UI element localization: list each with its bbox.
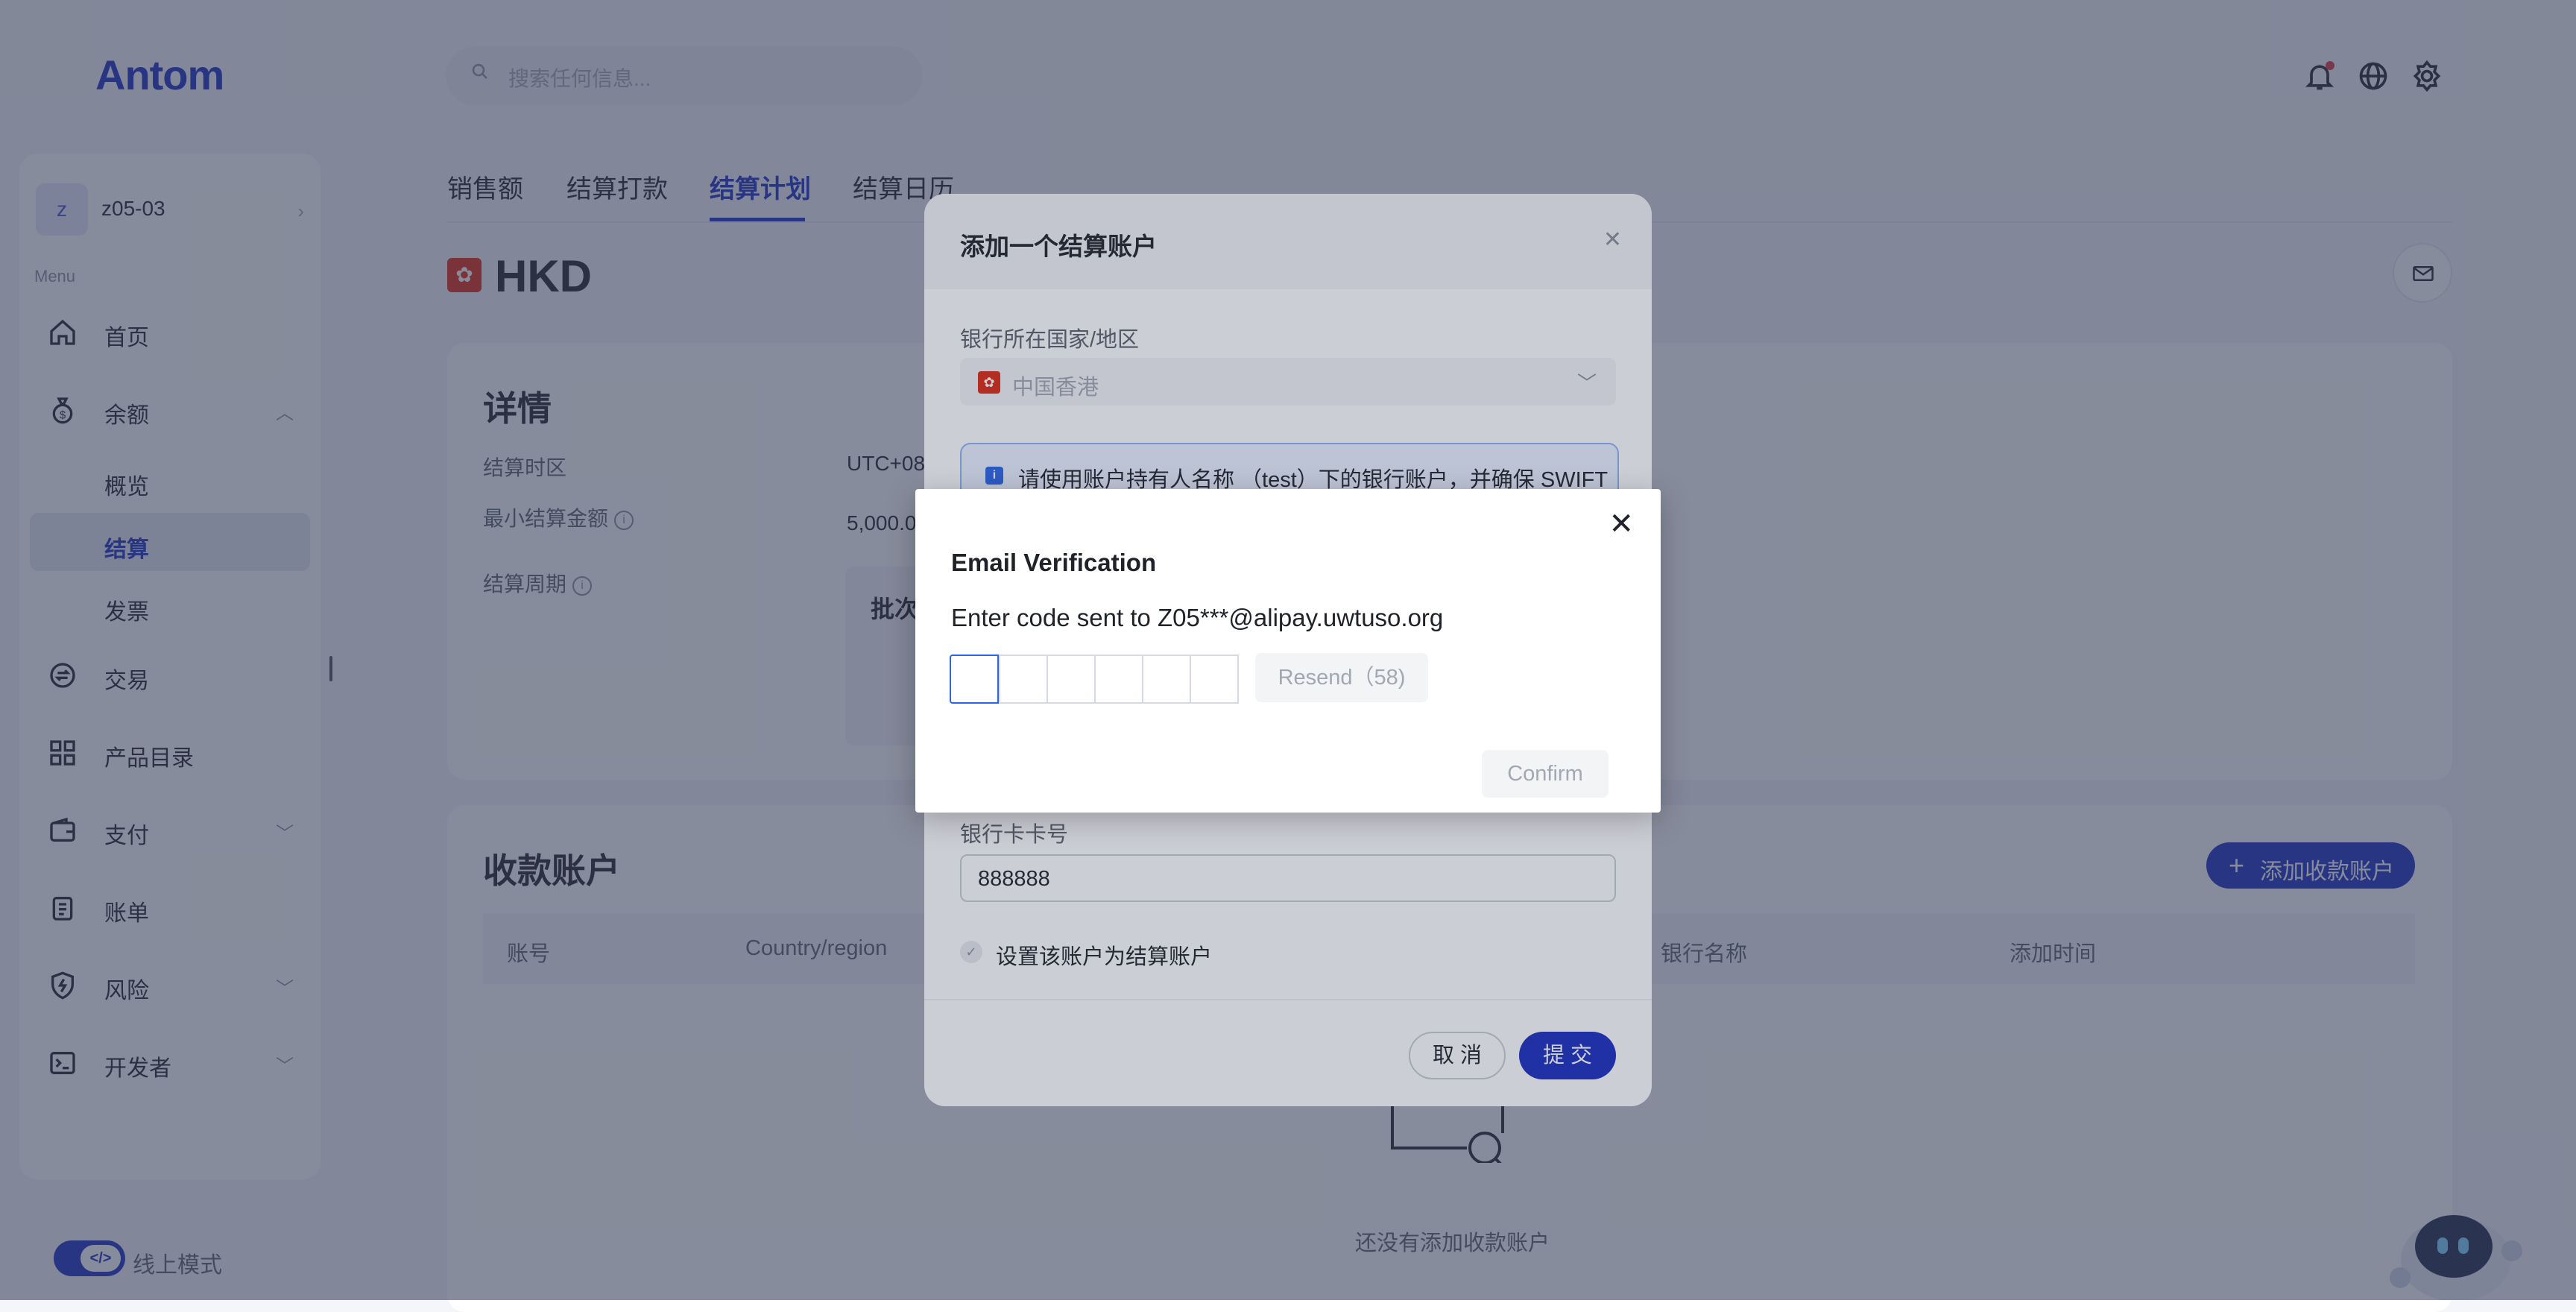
code-digit-input[interactable] — [999, 655, 1046, 704]
close-icon[interactable]: ✕ — [1609, 507, 1634, 541]
code-digit-input[interactable] — [1142, 655, 1190, 704]
code-digit-input[interactable] — [1046, 655, 1094, 704]
resend-button[interactable]: Resend（58) — [1255, 653, 1428, 702]
confirm-button[interactable]: Confirm — [1482, 750, 1609, 798]
code-input-group — [950, 655, 1239, 704]
code-digit-input[interactable] — [1190, 655, 1239, 704]
dialog-title: Email Verification — [951, 549, 1157, 576]
code-sent-text: Enter code sent to Z05***@alipay.uwtuso.… — [951, 604, 1444, 631]
code-digit-input[interactable] — [950, 655, 999, 704]
email-verification-dialog: ✕ Email Verification Enter code sent to … — [915, 489, 1661, 813]
code-digit-input[interactable] — [1094, 655, 1142, 704]
